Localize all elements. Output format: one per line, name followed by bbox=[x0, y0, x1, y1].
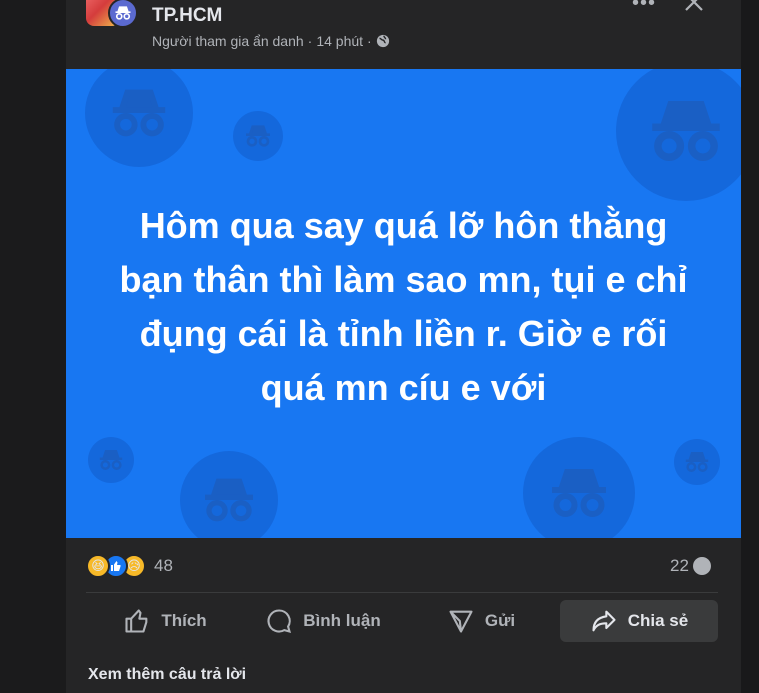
comment-label: Bình luận bbox=[303, 611, 381, 630]
meta-separator-2: · bbox=[367, 33, 372, 49]
comment-icon bbox=[267, 609, 292, 633]
post-meta: Người tham gia ẩn danh · 14 phút · bbox=[152, 33, 390, 49]
incognito-decoration bbox=[180, 451, 278, 538]
share-icon bbox=[592, 610, 616, 632]
incognito-icon bbox=[652, 101, 720, 161]
like-label: Thích bbox=[161, 611, 207, 630]
like-button[interactable]: Thích bbox=[86, 600, 244, 642]
author-name[interactable]: Người tham gia ẩn danh bbox=[152, 33, 304, 49]
thumbs-up-icon bbox=[125, 609, 148, 633]
scrollbar-track[interactable] bbox=[741, 0, 759, 693]
comment-bubble-icon bbox=[692, 557, 711, 575]
haha-icon: 😆 bbox=[86, 554, 110, 578]
incognito-decoration bbox=[233, 111, 283, 161]
post-actions: Thích Bình luận Gửi Chia sẻ bbox=[86, 600, 718, 642]
incognito-decoration bbox=[616, 69, 741, 201]
comment-count[interactable]: 22 bbox=[670, 556, 689, 576]
incognito-icon bbox=[205, 478, 253, 522]
send-icon bbox=[449, 610, 473, 633]
send-label: Gửi bbox=[484, 611, 516, 630]
incognito-icon bbox=[552, 469, 606, 517]
incognito-decoration bbox=[88, 437, 134, 483]
group-name[interactable]: TP.HCM bbox=[152, 5, 222, 27]
comment-button[interactable]: Bình luận bbox=[244, 600, 402, 642]
close-icon[interactable] bbox=[682, 0, 706, 14]
send-button[interactable]: Gửi bbox=[402, 600, 560, 642]
share-label: Chia sẻ bbox=[627, 611, 689, 630]
post-avatars[interactable] bbox=[86, 0, 146, 28]
incognito-icon bbox=[112, 89, 166, 137]
incognito-icon bbox=[246, 125, 270, 147]
reaction-count[interactable]: 48 bbox=[154, 556, 173, 576]
incognito-icon bbox=[115, 6, 131, 20]
divider bbox=[86, 592, 718, 593]
incognito-decoration bbox=[523, 437, 635, 538]
post-banner: Hôm qua say quá lỡ hôn thằng bạn thân th… bbox=[66, 69, 741, 538]
share-button[interactable]: Chia sẻ bbox=[560, 600, 718, 642]
reaction-summary[interactable]: 😆 😥 48 bbox=[86, 552, 173, 580]
incognito-decoration bbox=[85, 69, 193, 167]
globe-icon bbox=[376, 34, 389, 48]
incognito-decoration bbox=[674, 439, 720, 485]
incognito-icon bbox=[99, 450, 123, 470]
anonymous-avatar[interactable] bbox=[108, 0, 138, 28]
more-options-icon[interactable]: ••• bbox=[632, 0, 660, 14]
incognito-icon bbox=[685, 452, 709, 472]
post-time[interactable]: 14 phút bbox=[316, 33, 363, 49]
see-more-replies-link[interactable]: Xem thêm câu trả lời bbox=[88, 666, 246, 684]
post-text: Hôm qua say quá lỡ hôn thằng bạn thân th… bbox=[119, 205, 688, 408]
comment-summary[interactable]: 22 bbox=[670, 556, 711, 576]
meta-separator: · bbox=[307, 33, 313, 49]
